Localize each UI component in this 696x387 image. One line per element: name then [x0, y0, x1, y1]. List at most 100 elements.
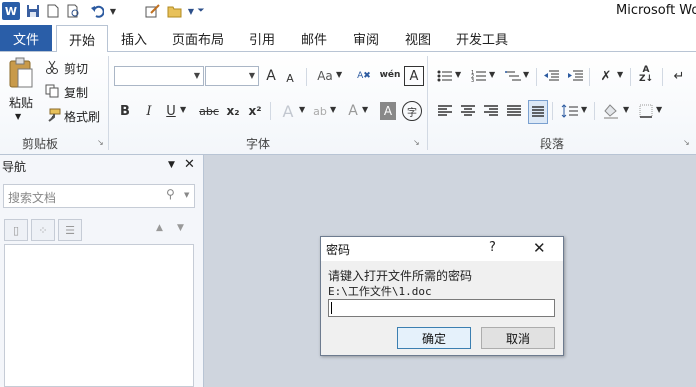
paste-dropdown-icon[interactable]: ▼ — [15, 112, 21, 121]
shrink-font-icon[interactable]: A — [283, 69, 297, 87]
format-painter-icon[interactable] — [44, 107, 62, 123]
group-separator — [306, 68, 307, 86]
character-shading-icon[interactable]: A — [380, 102, 396, 120]
group-separator — [552, 102, 553, 120]
clipboard-launcher-icon[interactable]: ↘ — [97, 138, 104, 147]
change-case-icon[interactable]: Aa — [314, 66, 336, 86]
grow-font-icon[interactable]: A — [263, 66, 279, 86]
enclose-characters-icon[interactable]: 字 — [402, 101, 422, 121]
highlight-icon[interactable]: ab — [310, 100, 330, 122]
sort-icon[interactable]: A Z↓ — [636, 64, 656, 86]
font-size-combo[interactable]: ▼ — [205, 66, 259, 86]
dialog-close-button[interactable]: ✕ — [533, 239, 546, 257]
format-painter-button[interactable]: 格式刷 — [64, 108, 100, 125]
increase-indent-icon[interactable] — [566, 66, 584, 86]
nav-options-icon[interactable]: ▼ — [168, 160, 175, 170]
numbering-icon[interactable]: 123 — [470, 66, 488, 86]
cut-button[interactable]: 剪切 — [64, 60, 88, 77]
decrease-indent-icon[interactable] — [542, 66, 560, 86]
close-icon[interactable]: ✕ — [184, 157, 195, 172]
phonetic-guide-icon[interactable]: wén — [380, 64, 401, 86]
line-spacing-dropdown-icon[interactable]: ▼ — [581, 105, 587, 114]
edit-icon[interactable] — [144, 2, 162, 20]
scissors-icon[interactable] — [44, 59, 60, 75]
group-separator — [662, 68, 663, 86]
chinese-layout-icon[interactable]: ✗ — [596, 66, 616, 86]
underline-icon[interactable]: U — [163, 101, 179, 121]
strikethrough-icon[interactable]: abc — [197, 101, 221, 121]
italic-icon[interactable]: I — [141, 101, 157, 121]
save-icon[interactable] — [24, 2, 42, 20]
headings-view-icon[interactable]: ▯ — [4, 219, 28, 241]
next-result-icon[interactable]: ▼ — [177, 223, 184, 233]
line-spacing-icon[interactable] — [560, 101, 580, 121]
word-logo-icon[interactable]: W — [2, 2, 20, 20]
tab-page-layout[interactable]: 页面布局 — [166, 26, 230, 51]
tab-home[interactable]: 开始 — [56, 25, 108, 53]
nav-search-placeholder: 搜索文档 — [8, 191, 57, 205]
search-icon[interactable]: ⚲ — [166, 187, 175, 201]
font-launcher-icon[interactable]: ↘ — [413, 138, 420, 147]
bullets-dropdown-icon[interactable]: ▼ — [455, 70, 461, 79]
numbering-dropdown-icon[interactable]: ▼ — [489, 70, 495, 79]
justify-icon[interactable] — [505, 101, 523, 121]
undo-dropdown-icon[interactable]: ▼ — [104, 2, 122, 20]
app-title: Microsoft Wo — [616, 3, 696, 18]
cancel-button[interactable]: 取消 — [481, 327, 555, 349]
tab-view[interactable]: 视图 — [396, 26, 440, 51]
align-center-icon[interactable] — [459, 101, 477, 121]
new-document-icon[interactable] — [44, 2, 62, 20]
font-color-dropdown-icon[interactable]: ▼ — [362, 105, 368, 114]
chinese-layout-dropdown-icon[interactable]: ▼ — [617, 70, 623, 79]
change-case-dropdown-icon[interactable]: ▼ — [336, 70, 342, 79]
ribbon-tab-row: 文件 开始 插入 页面布局 引用 邮件 审阅 视图 开发工具 — [0, 23, 696, 53]
nav-results-list[interactable] — [4, 244, 194, 387]
shading-dropdown-icon[interactable]: ▼ — [623, 105, 629, 114]
highlight-dropdown-icon[interactable]: ▼ — [330, 105, 336, 114]
tab-review[interactable]: 审阅 — [344, 26, 388, 51]
pages-view-icon[interactable]: ⁘ — [31, 219, 55, 241]
font-color-icon[interactable]: A — [344, 100, 362, 122]
search-dropdown-icon[interactable]: ▼ — [184, 191, 189, 199]
multilevel-list-icon[interactable] — [504, 66, 522, 86]
customize-quick-access-icon[interactable]: ⏷ — [192, 2, 210, 20]
paste-icon[interactable] — [6, 56, 36, 90]
borders-dropdown-icon[interactable]: ▼ — [656, 105, 662, 114]
navigation-pane: 导航 ▼ ✕ 搜索文档 ⚲ ▼ ▯ ⁘ ☰ ▲ ▼ — [0, 155, 204, 387]
text-effects-icon[interactable]: A — [278, 100, 298, 122]
align-left-icon[interactable] — [436, 101, 454, 121]
bullets-icon[interactable] — [436, 66, 454, 86]
borders-icon[interactable] — [637, 101, 655, 121]
results-view-icon[interactable]: ☰ — [58, 219, 82, 241]
tab-mailings[interactable]: 邮件 — [292, 26, 336, 51]
tab-references[interactable]: 引用 — [240, 26, 284, 51]
paragraph-launcher-icon[interactable]: ↘ — [683, 138, 690, 147]
text-effects-dropdown-icon[interactable]: ▼ — [299, 105, 305, 114]
password-dialog: 密码 ? ✕ 请键入打开文件所需的密码 E:\工作文件\1.doc 确定 取消 — [320, 236, 564, 356]
tab-insert[interactable]: 插入 — [112, 26, 156, 51]
shading-icon[interactable] — [601, 100, 621, 122]
subscript-icon[interactable]: x₂ — [224, 101, 242, 121]
print-preview-icon[interactable] — [64, 2, 82, 20]
character-border-icon[interactable]: A — [404, 66, 424, 86]
show-formatting-marks-icon[interactable]: ↵ — [670, 66, 688, 86]
tab-developer[interactable]: 开发工具 — [450, 26, 514, 51]
distributed-icon[interactable] — [528, 100, 548, 124]
superscript-icon[interactable]: x² — [246, 101, 264, 121]
underline-dropdown-icon[interactable]: ▼ — [180, 105, 186, 114]
help-button[interactable]: ? — [489, 240, 496, 255]
tab-file[interactable]: 文件 — [0, 25, 52, 51]
paste-button[interactable]: 粘贴 — [9, 94, 33, 111]
previous-result-icon[interactable]: ▲ — [156, 223, 163, 233]
clear-formatting-icon[interactable]: A✖ — [356, 66, 372, 86]
ok-button[interactable]: 确定 — [397, 327, 471, 349]
align-right-icon[interactable] — [482, 101, 500, 121]
password-input[interactable] — [328, 299, 555, 317]
font-name-combo[interactable]: ▼ — [114, 66, 204, 86]
bold-icon[interactable]: B — [117, 101, 133, 121]
copy-icon[interactable] — [44, 83, 60, 99]
copy-button[interactable]: 复制 — [64, 84, 88, 101]
multilevel-dropdown-icon[interactable]: ▼ — [523, 70, 529, 79]
ribbon: 粘贴 ▼ 剪切 复制 格式刷 剪贴板 ↘ ▼ ▼ A A Aa ▼ A✖ wén… — [0, 52, 696, 155]
nav-search-input[interactable]: 搜索文档 ⚲ ▼ — [3, 184, 195, 208]
